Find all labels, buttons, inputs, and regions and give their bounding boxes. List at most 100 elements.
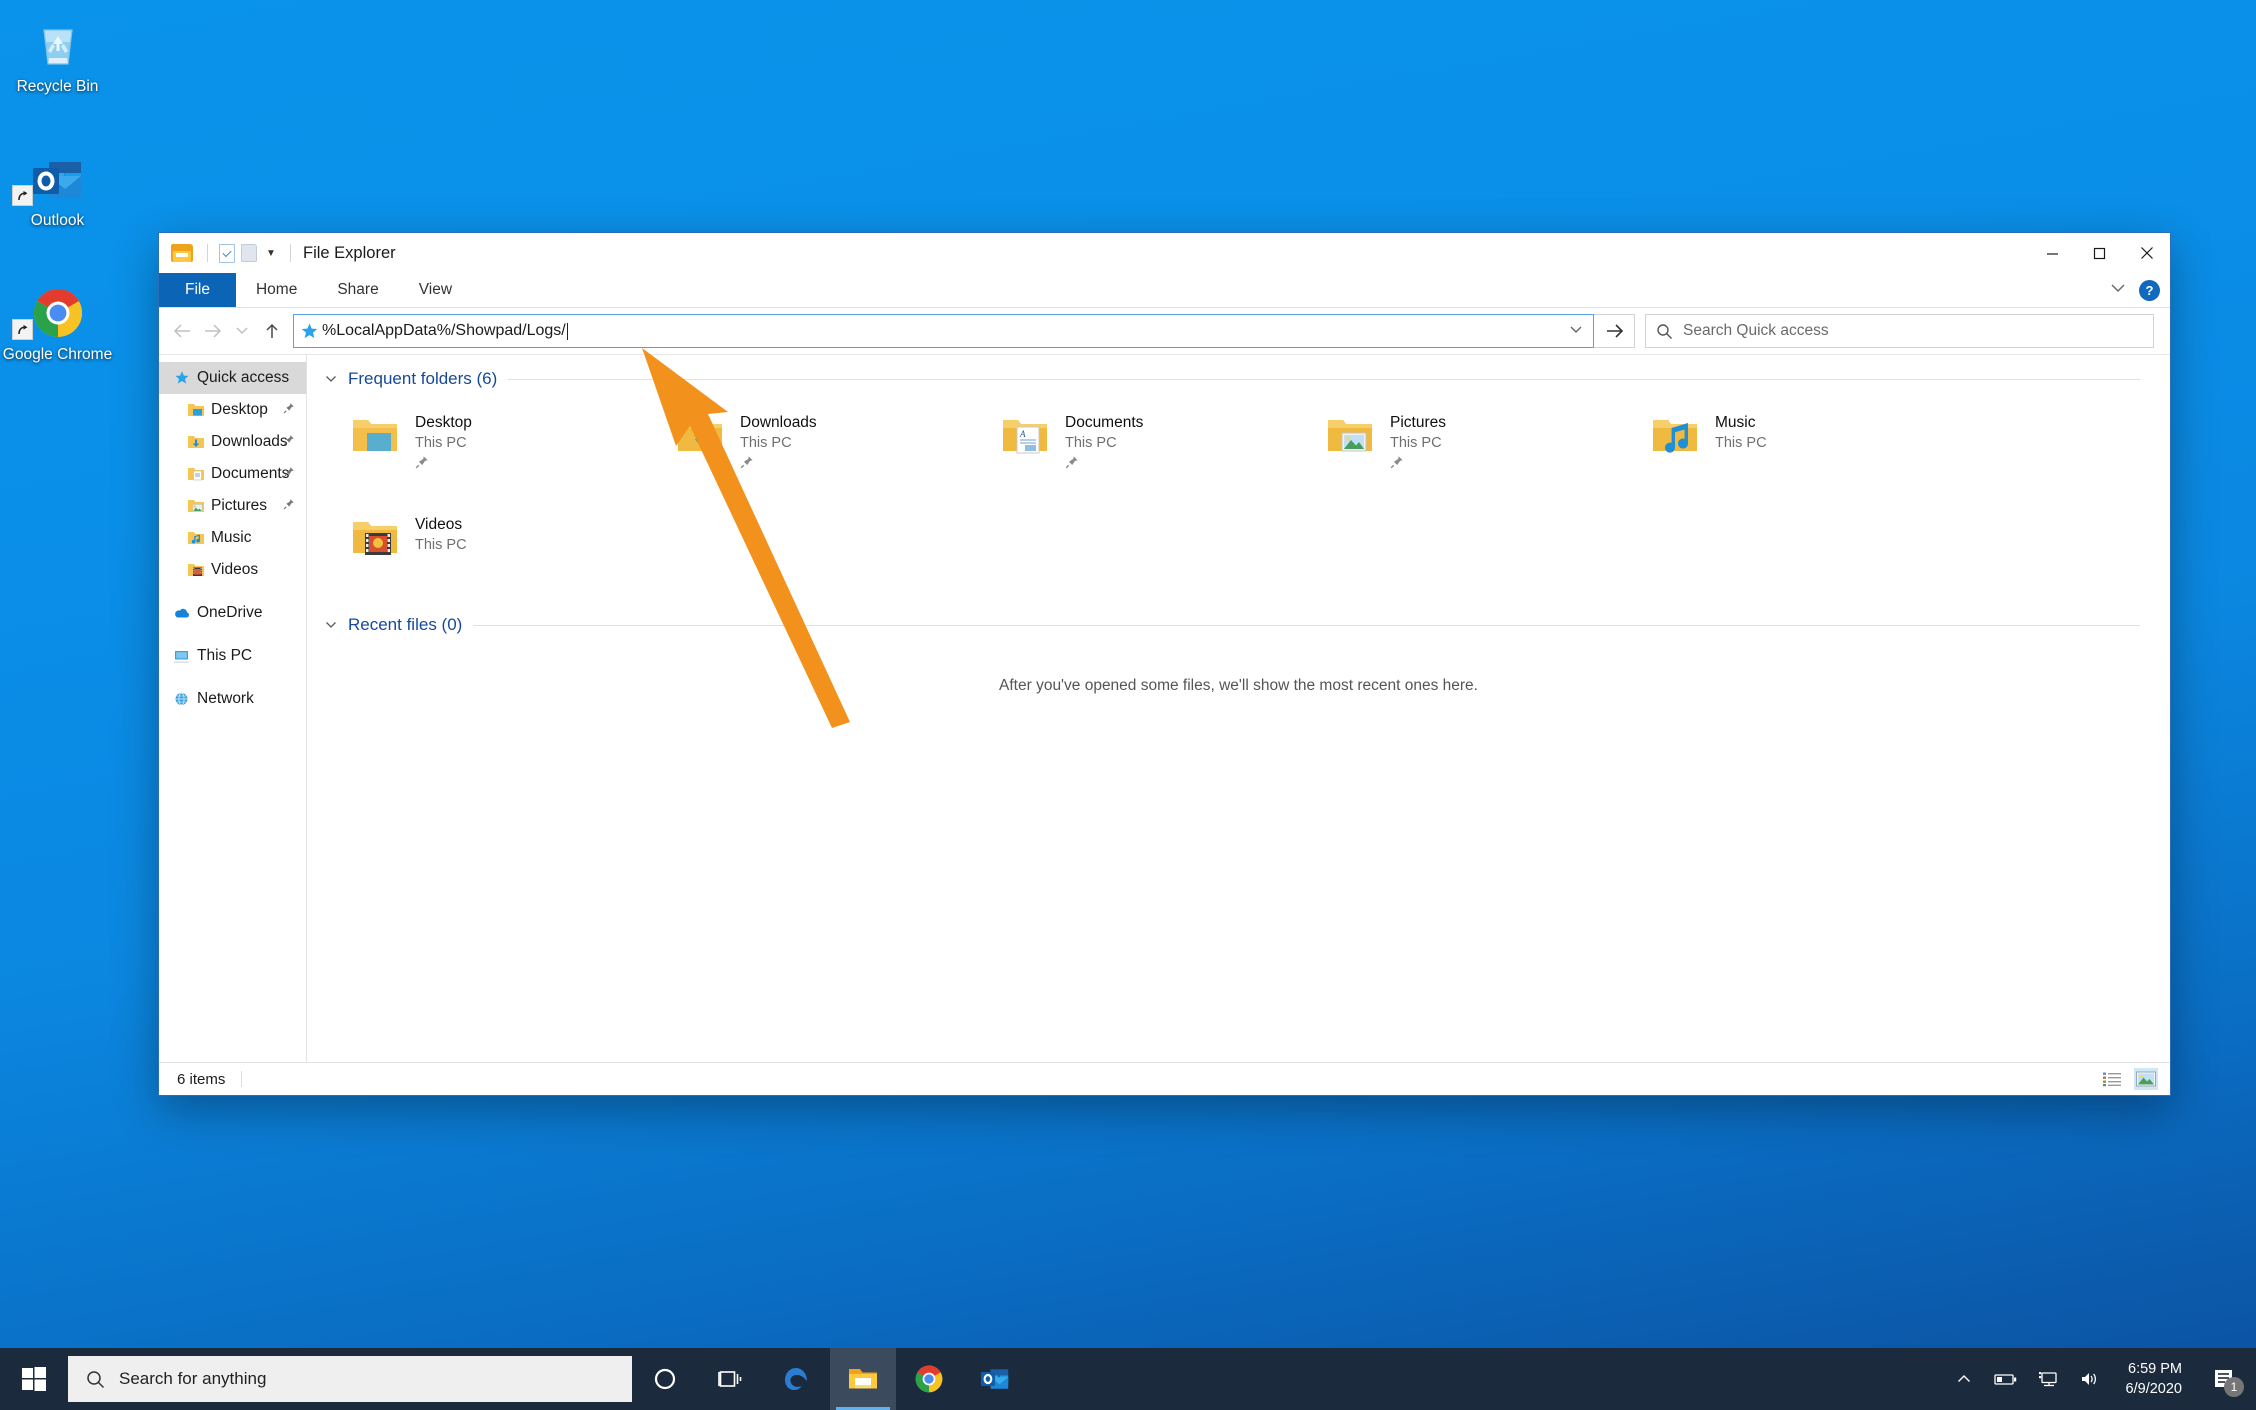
sidebar-item-downloads[interactable]: Downloads [159,426,306,458]
recent-files-header[interactable]: Recent files (0) [307,615,2170,635]
text-cursor [566,322,568,340]
window-title: File Explorer [303,243,396,262]
pictures-folder-icon [1322,407,1378,463]
window-controls [2029,233,2170,273]
sidebar-item-music[interactable]: Music [159,522,306,554]
sidebar-item-videos[interactable]: Videos [159,554,306,586]
clock-date: 6/9/2020 [2125,1381,2182,1397]
up-button[interactable] [257,314,287,348]
frequent-folders-grid: Desktop This PC Downloads This PC A Docu… [307,389,2170,607]
sidebar-item-label: Downloads [211,433,288,450]
address-dropdown-icon[interactable] [1569,315,1583,345]
chevron-down-icon[interactable] [2109,281,2127,299]
chevron-down-icon[interactable] [325,618,337,633]
folder-location: This PC [1390,435,1442,451]
tab-share[interactable]: Share [317,273,398,307]
sidebar-item-network[interactable]: Network [159,683,306,715]
content-pane: Frequent folders (6) Desktop This PC Dow… [307,355,2170,1062]
folder-item-desktop[interactable]: Desktop This PC [347,403,672,505]
file-explorer-icon[interactable] [830,1348,896,1410]
recent-locations-button[interactable] [227,314,257,348]
this-pc-icon [171,648,192,664]
sidebar-item-quick-access[interactable]: Quick access [159,362,306,394]
maximize-button[interactable] [2076,233,2123,273]
outlook-icon[interactable] [962,1348,1028,1410]
folder-item-videos[interactable]: Videos This PC [347,505,672,607]
search-input[interactable]: Search Quick access [1645,314,2154,348]
sidebar-item-documents[interactable]: Documents [159,458,306,490]
pin-icon [1390,455,1446,474]
tab-file[interactable]: File [159,273,236,307]
address-input[interactable]: %LocalAppData%/Showpad/Logs/ [293,314,1594,348]
star-icon [171,370,192,386]
frequent-folders-header[interactable]: Frequent folders (6) [307,369,2170,389]
notification-count-badge: 1 [2224,1377,2244,1397]
sidebar-item-label: OneDrive [197,604,263,621]
taskbar-clock[interactable]: 6:59 PM 6/9/2020 [2112,1348,2196,1410]
tab-home[interactable]: Home [236,273,317,307]
cortana-icon[interactable] [632,1348,698,1410]
task-view-icon[interactable] [698,1348,764,1410]
file-explorer-window: ▼ File Explorer File Home Share View ? %… [158,232,2171,1096]
folder-name: Music [1715,414,1756,431]
go-button[interactable] [1594,314,1635,348]
chrome-icon[interactable] [896,1348,962,1410]
network-icon[interactable] [2028,1348,2068,1410]
desktop-icon-google-chrome[interactable]: Google Chrome [0,278,115,364]
properties-icon[interactable] [216,242,238,264]
folder-item-text: Desktop This PC [415,407,472,474]
close-button[interactable] [2123,233,2170,273]
folder-item-music[interactable]: Music This PC [1647,403,1972,505]
folder-item-documents[interactable]: A Documents This PC [997,403,1322,505]
onedrive-icon [171,606,192,620]
chevron-down-icon[interactable] [325,372,337,387]
taskbar-search-input[interactable]: Search for anything [68,1356,632,1402]
pin-icon [283,497,295,515]
folder-location: This PC [1065,435,1117,451]
details-view-icon[interactable] [2100,1068,2124,1090]
back-button[interactable] [167,314,197,348]
pin-icon [283,433,295,451]
address-text: %LocalAppData%/Showpad/Logs/ [322,322,566,339]
desktop-icon-outlook[interactable]: Outlook [0,144,115,230]
folder-item-pictures[interactable]: Pictures This PC [1322,403,1647,505]
battery-icon[interactable] [1986,1348,2026,1410]
folder-name: Downloads [740,414,817,431]
large-icons-view-icon[interactable] [2134,1068,2158,1090]
title-bar: ▼ File Explorer [159,233,2170,273]
desktop-icons: Recycle Bin Outlook Google Chrome [0,10,115,412]
desktop-folder-icon [185,402,206,418]
minimize-button[interactable] [2029,233,2076,273]
ribbon-tabs: File Home Share View ? [159,273,2170,308]
desktop-icon-label: Outlook [30,212,85,229]
sidebar-item-pictures[interactable]: Pictures [159,490,306,522]
music-folder-icon [1647,407,1703,463]
divider [207,244,208,262]
chevron-up-icon[interactable] [1944,1348,1984,1410]
desktop-icon-recycle-bin[interactable]: Recycle Bin [0,10,115,96]
divider [241,1071,243,1087]
documents-folder-icon [185,466,206,482]
folder-item-downloads[interactable]: Downloads This PC [672,403,997,505]
sidebar-item-desktop[interactable]: Desktop [159,394,306,426]
pin-icon [283,465,295,483]
divider [290,244,291,262]
action-center-icon[interactable]: 1 [2198,1348,2250,1410]
sidebar-item-onedrive[interactable]: OneDrive [159,597,306,629]
outlook-icon [0,144,115,206]
tab-view[interactable]: View [399,273,472,307]
folder-item-text: Videos This PC [415,509,467,555]
folder-item-text: Documents This PC [1065,407,1143,474]
folder-name: Videos [415,516,463,533]
new-folder-icon[interactable] [238,242,260,264]
documents-folder-icon: A [997,407,1053,463]
edge-icon[interactable] [764,1348,830,1410]
customize-caret-icon[interactable]: ▼ [260,242,282,264]
help-button[interactable]: ? [2139,279,2160,301]
forward-button[interactable] [197,314,227,348]
folder-name: Pictures [1390,414,1446,431]
sidebar-item-this-pc[interactable]: This PC [159,640,306,672]
start-button[interactable] [0,1348,68,1410]
volume-icon[interactable] [2070,1348,2110,1410]
